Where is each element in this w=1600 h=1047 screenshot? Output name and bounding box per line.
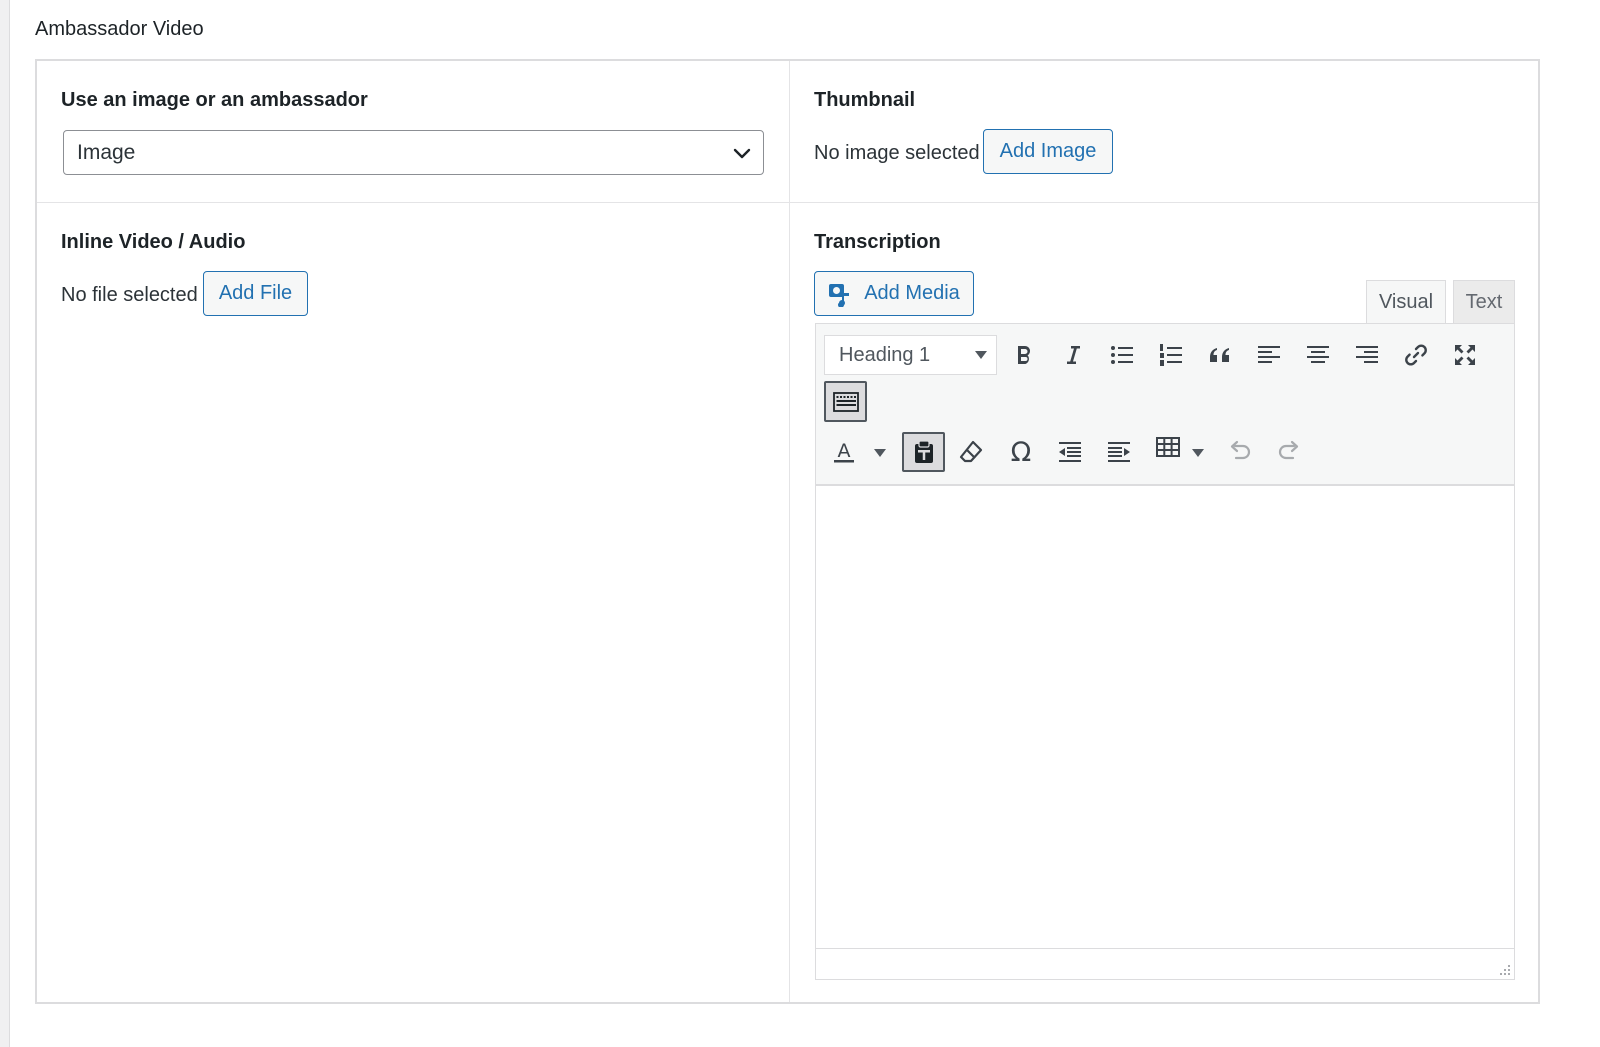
select-value: Image (77, 141, 136, 164)
inline-media-status: No file selected (61, 284, 198, 306)
tab-text[interactable]: Text (1453, 280, 1515, 324)
paste-as-text-icon[interactable] (902, 432, 945, 472)
editor-content-area[interactable] (816, 486, 1514, 948)
add-media-label: Add Media (864, 282, 960, 304)
resize-handle-icon[interactable] (1497, 962, 1511, 976)
add-media-button[interactable]: Add Media (814, 271, 974, 316)
image-or-ambassador-select[interactable]: Image (63, 130, 764, 175)
text-color-glyph: A (838, 440, 851, 462)
text-color-icon[interactable]: A (824, 432, 864, 472)
align-left-icon[interactable] (1249, 335, 1289, 375)
chevron-down-icon (733, 148, 751, 159)
special-character-icon[interactable]: Ω (1001, 432, 1041, 472)
fields-box: Use an image or an ambassador Image Thum… (35, 59, 1540, 1004)
format-arrow-icon (975, 351, 987, 359)
fullscreen-icon[interactable] (1445, 335, 1485, 375)
page-panel: Ambassador Video Use an image or an amba… (9, 0, 1600, 1047)
thumbnail-label: Thumbnail (814, 89, 916, 111)
image-or-ambassador-label: Use an image or an ambassador (61, 89, 368, 111)
align-center-icon[interactable] (1298, 335, 1338, 375)
link-icon[interactable] (1396, 335, 1436, 375)
align-right-icon[interactable] (1347, 335, 1387, 375)
row-divider (37, 202, 1538, 203)
add-file-button[interactable]: Add File (203, 271, 308, 316)
inline-media-label: Inline Video / Audio (61, 231, 246, 253)
bulleted-list-icon[interactable] (1102, 335, 1142, 375)
outdent-icon[interactable] (1050, 432, 1090, 472)
text-color-dropdown-icon[interactable] (874, 449, 886, 457)
toolbar-toggle-icon[interactable] (824, 381, 867, 422)
tab-visual[interactable]: Visual (1366, 280, 1446, 324)
thumbnail-status: No image selected (814, 142, 980, 164)
clear-formatting-icon[interactable] (951, 432, 991, 472)
section-title: Ambassador Video (35, 18, 204, 40)
numbered-list-icon[interactable] (1151, 335, 1191, 375)
add-image-button[interactable]: Add Image (983, 129, 1113, 174)
blockquote-icon[interactable] (1200, 335, 1240, 375)
undo-icon[interactable] (1220, 432, 1260, 472)
indent-icon[interactable] (1099, 432, 1139, 472)
italic-icon[interactable] (1053, 335, 1093, 375)
bold-icon[interactable] (1004, 335, 1044, 375)
format-select-value: Heading 1 (839, 344, 931, 366)
editor-status-bar (816, 948, 1514, 979)
table-icon[interactable] (1148, 428, 1188, 468)
table-dropdown-icon[interactable] (1192, 449, 1204, 457)
format-select[interactable]: Heading 1 (824, 335, 997, 375)
add-media-icon (829, 283, 850, 307)
transcription-label: Transcription (814, 231, 941, 253)
omega-glyph: Ω (1010, 436, 1032, 468)
editor-toolbar: Heading 1 A Ω (816, 324, 1514, 486)
redo-icon[interactable] (1269, 432, 1309, 472)
transcription-editor: Heading 1 A Ω (815, 323, 1515, 980)
